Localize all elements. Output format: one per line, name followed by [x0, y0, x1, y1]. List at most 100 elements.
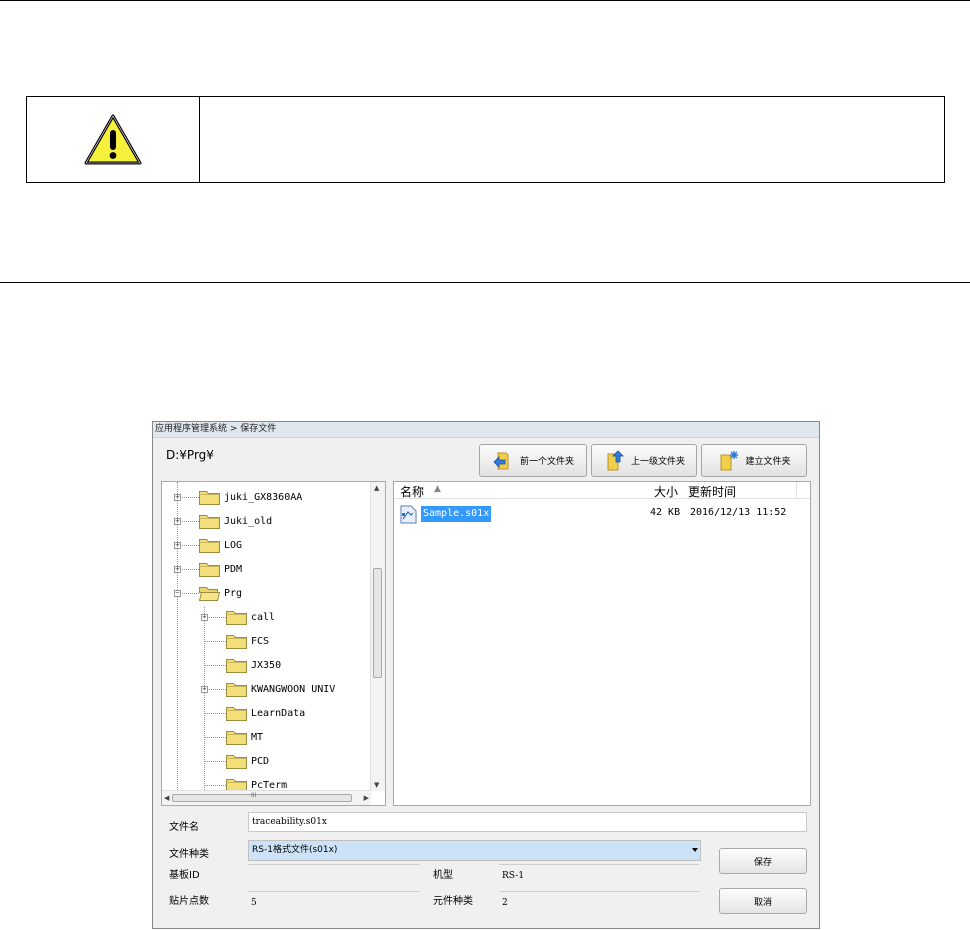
tree-vertical-scroll-thumb[interactable]: [373, 568, 382, 678]
save-button-label: 保存: [753, 857, 772, 868]
save-file-dialog: 应用程序管理系统 > 保存文件 D:¥Prg¥ 前一个文件夹 上一级文件夹 建立…: [152, 421, 820, 929]
folder-icon: [199, 515, 220, 529]
scroll-left-icon[interactable]: ◀: [164, 794, 169, 802]
tree-item[interactable]: LearnData: [195, 703, 305, 723]
tree-item-label: FCS: [251, 635, 270, 647]
tree-item[interactable]: MT: [195, 727, 263, 747]
folder-icon: [226, 635, 247, 649]
folder-icon: [226, 707, 247, 721]
tree-item-label: LearnData: [251, 707, 306, 719]
expand-icon[interactable]: +: [174, 494, 181, 501]
new-folder-button[interactable]: 建立文件夹: [701, 444, 807, 477]
tree-item[interactable]: PCD: [195, 751, 269, 771]
filetype-select[interactable]: RS-1格式文件(s01x): [248, 840, 701, 861]
tree-vertical-scrollbar[interactable]: ▲ ▼: [370, 482, 385, 791]
folder-icon: [199, 491, 220, 505]
back-folder-label: 前一个文件夹: [519, 457, 574, 467]
column-divider: [796, 482, 797, 498]
file-modified: 2016/12/13 11:52: [690, 507, 787, 518]
back-folder-button[interactable]: 前一个文件夹: [479, 444, 587, 477]
expand-icon[interactable]: +: [174, 518, 181, 525]
collapse-icon[interactable]: −: [174, 590, 181, 597]
folder-icon: [199, 539, 220, 553]
new-folder-icon: [720, 450, 739, 470]
tree-item[interactable]: + PDM: [168, 559, 242, 579]
warning-triangle-icon: [84, 114, 142, 164]
dialog-title: 应用程序管理系统 > 保存文件: [153, 422, 819, 438]
up-folder-button[interactable]: 上一级文件夹: [591, 444, 697, 477]
scroll-grip: III: [251, 792, 257, 799]
model-label: 机型: [433, 870, 453, 881]
back-folder-icon: [493, 452, 509, 469]
file-list-header: 名称 ▲ 大小 更新时间: [394, 482, 810, 499]
column-header-size[interactable]: 大小: [654, 483, 678, 500]
tree-item-label: KWANGWOON UNIV: [251, 683, 336, 695]
folder-tree[interactable]: + juki_GX8360AA + Juki_old + LOG + PDM −: [161, 481, 386, 806]
tree-item[interactable]: + juki_GX8360AA: [168, 487, 302, 507]
current-path: D:¥Prg¥: [166, 448, 214, 462]
folder-icon: [226, 611, 247, 625]
tree-item[interactable]: FCS: [195, 631, 269, 651]
filename-input[interactable]: traceability.s01x: [248, 812, 807, 832]
filename-label: 文件名: [169, 822, 199, 833]
tree-item-label: call: [251, 611, 276, 623]
expand-icon[interactable]: +: [174, 566, 181, 573]
tree-item-label: Prg: [224, 587, 243, 599]
filetype-label: 文件种类: [169, 849, 209, 860]
expand-icon[interactable]: +: [174, 542, 181, 549]
tree-item-label: PcTerm: [251, 779, 288, 791]
cancel-button-label: 取消: [753, 897, 772, 908]
scroll-right-icon[interactable]: ▶: [364, 794, 369, 802]
component-types-label: 元件种类: [433, 896, 473, 907]
sort-ascending-icon: ▲: [434, 484, 441, 494]
folder-icon: [226, 659, 247, 673]
tree-item-label: Juki_old: [224, 515, 273, 527]
board-id-label: 基板ID: [169, 870, 200, 881]
up-folder-label: 上一级文件夹: [630, 457, 685, 467]
folder-icon: [226, 731, 247, 745]
tree-item[interactable]: JX350: [195, 655, 281, 675]
component-types-field: 2: [499, 891, 699, 913]
cancel-button[interactable]: 取消: [719, 888, 807, 914]
model-field: RS-1: [499, 864, 699, 886]
tree-item-label: PDM: [224, 563, 243, 575]
file-row[interactable]: Sample.s01x 42 KB 2016/12/13 11:52: [400, 504, 804, 524]
folder-icon: [199, 563, 220, 577]
folder-icon: [226, 755, 247, 769]
top-rule: [0, 0, 970, 1]
tree-item-selected[interactable]: − Prg: [168, 583, 242, 603]
expand-icon[interactable]: +: [201, 614, 208, 621]
chevron-down-icon[interactable]: [692, 848, 698, 852]
new-folder-label: 建立文件夹: [745, 457, 791, 467]
up-folder-icon: [607, 449, 624, 470]
file-icon: [400, 505, 417, 524]
warning-box: [26, 96, 945, 183]
file-list[interactable]: 名称 ▲ 大小 更新时间 Sample.s01x 42 KB 2016/12/1…: [393, 481, 811, 806]
warning-text-cell: [200, 97, 944, 182]
column-header-modified[interactable]: 更新时间: [688, 483, 736, 500]
points-label: 贴片点数: [169, 896, 209, 907]
section-rule: [0, 282, 970, 283]
tree-horizontal-scroll-thumb[interactable]: III: [172, 792, 352, 802]
tree-item[interactable]: + KWANGWOON UNIV: [195, 679, 335, 699]
tree-item-label: LOG: [224, 539, 243, 551]
scroll-up-icon[interactable]: ▲: [374, 484, 379, 492]
tree-horizontal-scrollbar[interactable]: ◀ III ▶: [162, 790, 371, 805]
filetype-value: RS-1格式文件(s01x): [252, 845, 338, 855]
file-size: 42 KB: [650, 507, 681, 518]
tree-item-label: JX350: [251, 659, 282, 671]
warning-icon-cell: [27, 97, 200, 182]
tree-item-label: MT: [251, 731, 264, 743]
points-field: 5: [248, 891, 420, 913]
scroll-down-icon[interactable]: ▼: [374, 781, 379, 789]
tree-item-label: PCD: [251, 755, 270, 767]
save-button[interactable]: 保存: [719, 848, 807, 874]
tree-item[interactable]: + call: [195, 607, 275, 627]
column-header-name[interactable]: 名称: [400, 483, 424, 500]
tree-item-label: juki_GX8360AA: [224, 491, 303, 503]
file-name[interactable]: Sample.s01x: [421, 506, 492, 522]
expand-icon[interactable]: +: [201, 686, 208, 693]
tree-item[interactable]: + LOG: [168, 535, 242, 555]
tree-item[interactable]: + Juki_old: [168, 511, 272, 531]
board-id-field: [248, 864, 420, 886]
